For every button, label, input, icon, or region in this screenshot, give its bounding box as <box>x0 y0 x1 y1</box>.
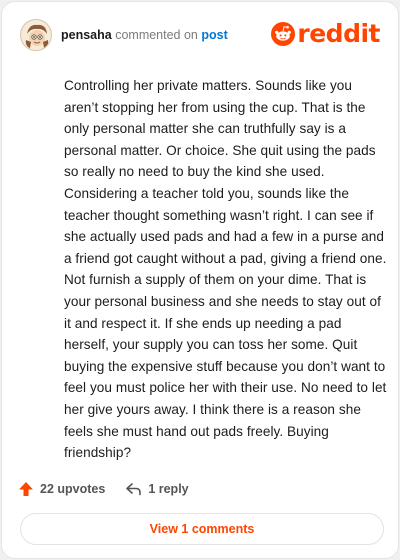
comment-meta: pensaha commented on post <box>61 28 228 42</box>
reply-arrow-icon <box>126 483 142 496</box>
comment-action-text: commented on <box>115 28 198 42</box>
reddit-wordmark: reddit <box>297 19 380 48</box>
upvote-arrow-icon <box>19 482 33 496</box>
reddit-logo[interactable]: reddit <box>271 20 380 48</box>
reply-button[interactable]: 1 reply <box>125 482 189 496</box>
comment-body: Controlling her private matters. Sounds … <box>64 78 387 461</box>
user-avatar[interactable] <box>20 19 52 51</box>
comment-card: pensaha commented on post reddit Control… <box>1 1 399 559</box>
username-link[interactable]: pensaha <box>61 28 112 42</box>
view-comments-button[interactable]: View 1 comments <box>20 513 384 545</box>
upvote-button[interactable]: 22 upvotes <box>18 481 105 497</box>
post-link[interactable]: post <box>201 28 227 42</box>
comment-header: pensaha commented on post reddit <box>20 18 380 52</box>
reddit-snoo-icon <box>271 22 296 46</box>
reply-count: 1 reply <box>148 482 189 496</box>
upvote-count: 22 upvotes <box>40 482 106 496</box>
comment-actions: 22 upvotes 1 reply <box>18 476 189 502</box>
